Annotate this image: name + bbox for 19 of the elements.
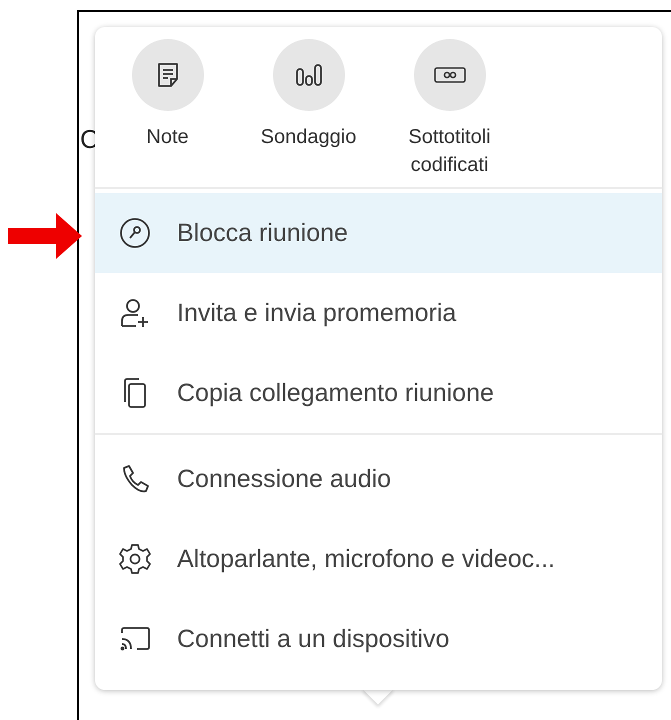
cast-icon: [119, 626, 151, 652]
note-icon: [156, 62, 180, 88]
copy-icon: [122, 377, 148, 409]
menu-item[interactable]: Connessione audio: [95, 439, 662, 519]
menu-item[interactable]: Blocca riunione: [95, 193, 662, 273]
person-add-icon: [119, 297, 151, 329]
phone-icon: [120, 464, 150, 494]
menu-item[interactable]: Altoparlante, microfono e videoc...: [95, 519, 662, 599]
key-circle-icon: [119, 217, 151, 249]
quick-action-button[interactable]: Sondaggio: [238, 39, 379, 179]
pointer-arrow-icon: [8, 213, 82, 259]
menu-item[interactable]: Connetti a un dispositivo: [95, 599, 662, 679]
quick-action-button[interactable]: Note: [97, 39, 238, 179]
menu-item[interactable]: Invita e invia promemoria: [95, 273, 662, 353]
quick-action-button[interactable]: Sottotitoli codificati: [379, 39, 520, 179]
captions-icon: [434, 67, 466, 83]
settings-icon: [119, 543, 151, 575]
poll-icon: [294, 63, 322, 87]
menu-item[interactable]: Copia collegamento riunione: [95, 353, 662, 433]
